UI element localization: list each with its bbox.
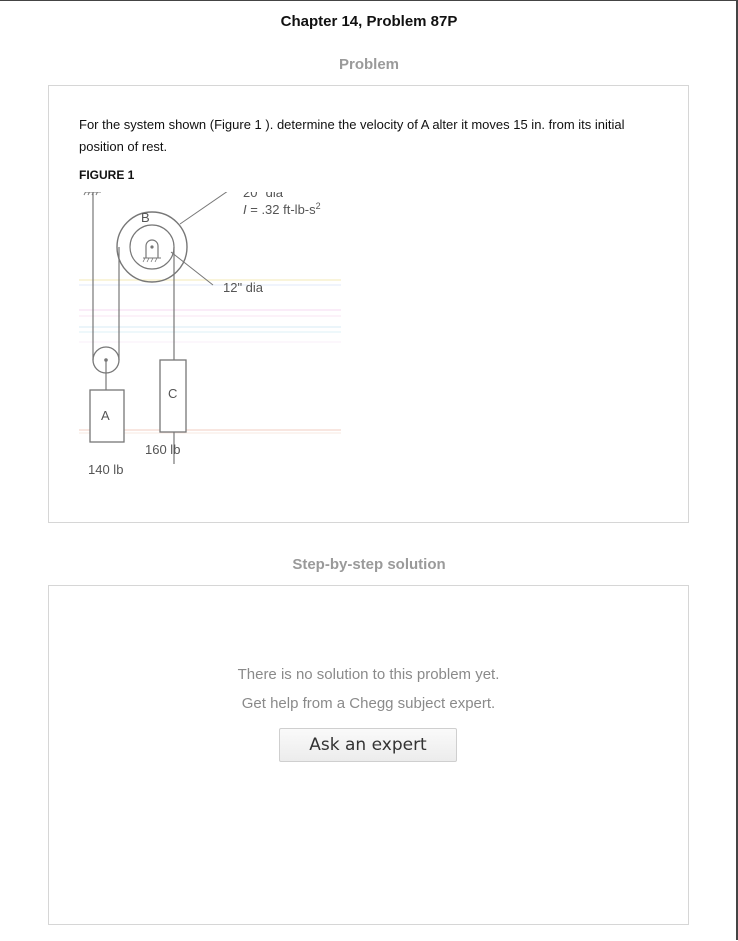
outer-dia-leader [179,192,228,225]
block-c: C [159,359,187,433]
no-solution-message: There is no solution to this problem yet… [237,666,500,683]
ask-expert-button[interactable]: Ask an expert [279,728,457,762]
expert-help-message: Get help from a Chegg subject expert. [241,695,496,712]
block-a-label: A [101,408,110,423]
block-a-weight: 140 lb [88,462,123,477]
solution-panel: There is no solution to this problem yet… [48,585,689,925]
pulley-system-figure: B A 140 lb C 160 lb 20" dia I = .32 ft-l… [79,192,341,477]
block-c-label: C [168,386,177,401]
inner-dia-label: 12" dia [223,280,264,295]
outer-dia-label: 20" dia [243,192,284,200]
problem-statement: For the system shown (Figure 1 ). determ… [79,117,625,154]
chapter-title: Chapter 14, Problem 87P [280,13,458,30]
problem-panel: For the system shown (Figure 1 ). determ… [48,85,689,523]
block-c-weight: 160 lb [145,442,180,457]
block-a: A [89,389,125,443]
pulley-b: B [116,210,188,283]
pulley-b-label: B [141,210,150,225]
solution-heading: Step-by-step solution [292,556,446,573]
figure-label: FIGURE 1 [79,168,135,182]
lower-pulley [92,346,120,390]
inertia-label: I = .32 ft-lb-s2 [243,201,321,217]
problem-heading: Problem [338,56,399,73]
